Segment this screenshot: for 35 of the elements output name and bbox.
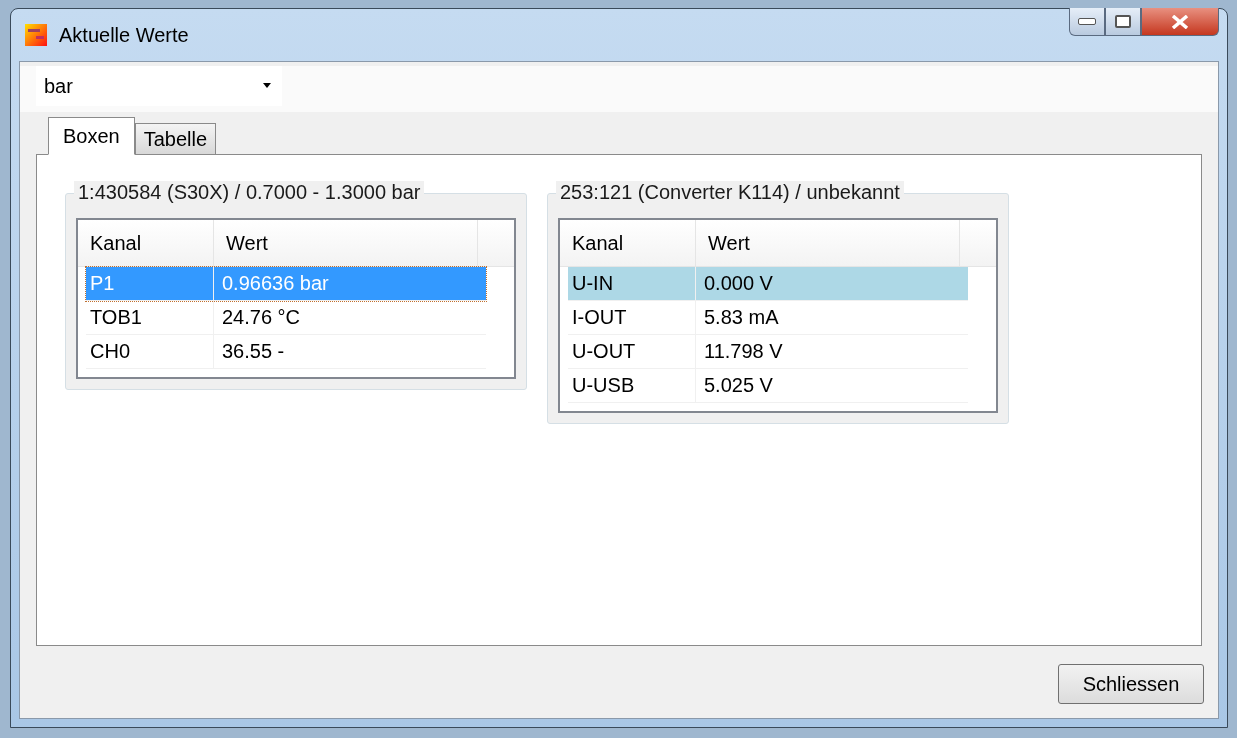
list-cell: U-USB [568,369,696,402]
group-title: 1:430584 (S30X) / 0.7000 - 1.3000 bar [74,181,425,204]
caret-icon [262,83,272,89]
column-header[interactable]: Wert [696,220,960,266]
list-cell: U-OUT [568,335,696,368]
unit-dropdown[interactable]: bar [36,66,282,106]
list-cell-text: 5.83 mA [703,305,780,330]
close-dialog-button[interactable]: Schliessen [1058,664,1204,704]
maximize-button[interactable] [1105,8,1141,36]
tab[interactable]: Boxen [48,117,135,155]
app-icon [25,24,47,46]
minimize-button[interactable] [1069,8,1105,36]
list-cell: TOB1 [86,301,214,334]
list-cell: CH0 [86,335,214,368]
close-icon [1171,14,1189,29]
group-title: 253:121 (Converter K114) / unbekannt [556,181,904,204]
list-row[interactable]: U-USB 5.025 V [568,369,968,403]
list-cell: I-OUT [568,301,696,334]
list-cell: U-IN [568,267,696,300]
list-cell-text: 0.000 V [703,271,774,296]
window-title: Aktuelle Werte [59,23,189,47]
tab[interactable]: Tabelle [134,123,217,155]
list-row[interactable]: CH0 36.55 - [86,335,486,369]
list-cell: P1 [86,267,214,300]
list-row[interactable]: U-IN 0.000 V [568,267,968,301]
list-cell-text: 24.76 °C [221,305,302,330]
list-cell-text: 0.96636 bar [221,271,330,296]
list-cell-text: 11.798 V [703,339,784,364]
close-button[interactable] [1141,8,1219,36]
list-row[interactable]: I-OUT 5.83 mA [568,301,968,335]
list-row[interactable]: TOB1 24.76 °C [86,301,486,335]
list-row[interactable]: U-OUT 11.798 V [568,335,968,369]
list-cell-text: 5.025 V [703,373,774,398]
column-header[interactable]: Kanal [560,220,696,266]
list-cell-text: 36.55 - [221,339,286,364]
